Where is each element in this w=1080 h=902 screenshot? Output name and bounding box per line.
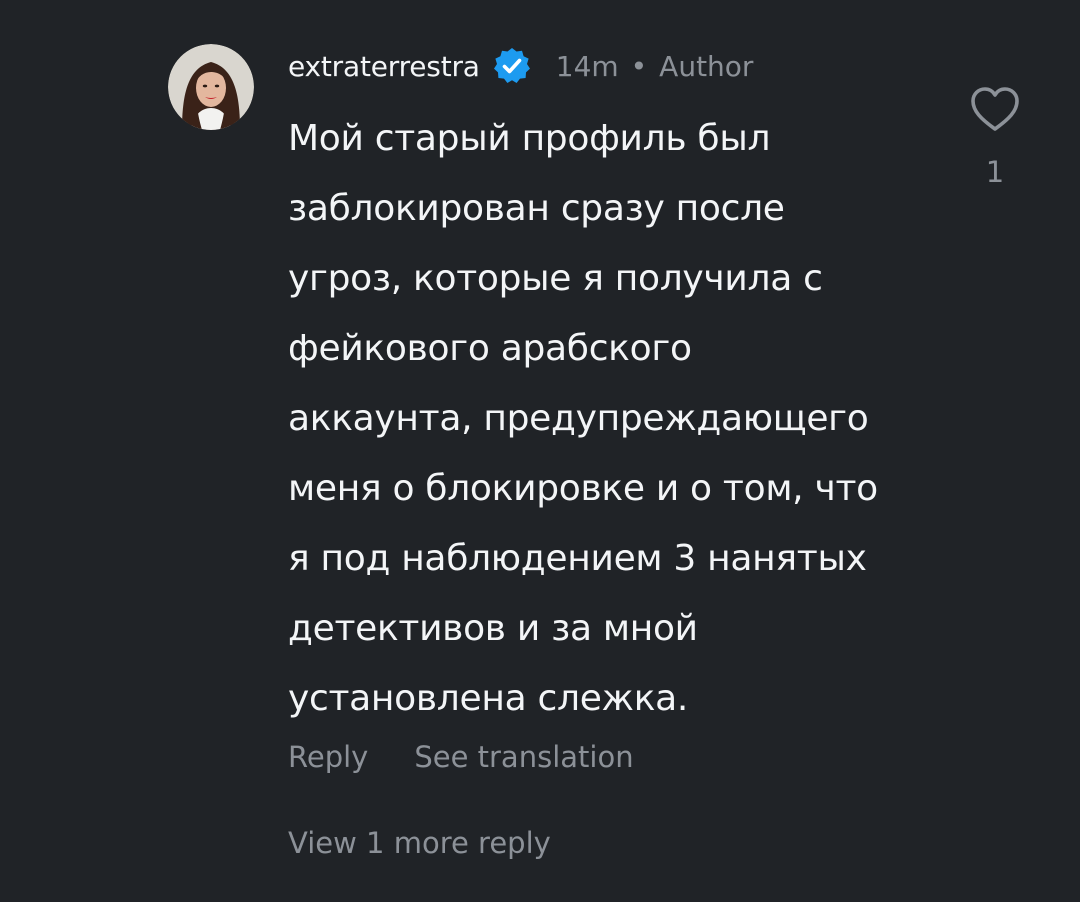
see-translation-button[interactable]: See translation — [414, 740, 633, 774]
like-count: 1 — [985, 155, 1005, 189]
avatar-image — [168, 44, 254, 130]
timestamp: 14m — [555, 49, 619, 83]
username[interactable]: extraterrestra — [288, 50, 480, 83]
verified-badge-icon — [492, 46, 532, 86]
comment-text: Мой старый профиль был заблокирован сраз… — [288, 118, 878, 719]
meta-separator: • — [630, 49, 648, 83]
comment-actions: Reply See translation — [288, 740, 634, 774]
comment-item: extraterrestra 14m • Author Мой старый п… — [0, 0, 1080, 902]
like-control: 1 — [966, 85, 1024, 189]
view-more-replies-button[interactable]: View 1 more reply — [288, 826, 551, 860]
comment-header: extraterrestra 14m • Author — [288, 43, 753, 89]
avatar[interactable] — [168, 44, 254, 130]
heart-icon[interactable] — [969, 85, 1021, 133]
reply-button[interactable]: Reply — [288, 740, 368, 774]
author-label: Author — [659, 49, 754, 83]
